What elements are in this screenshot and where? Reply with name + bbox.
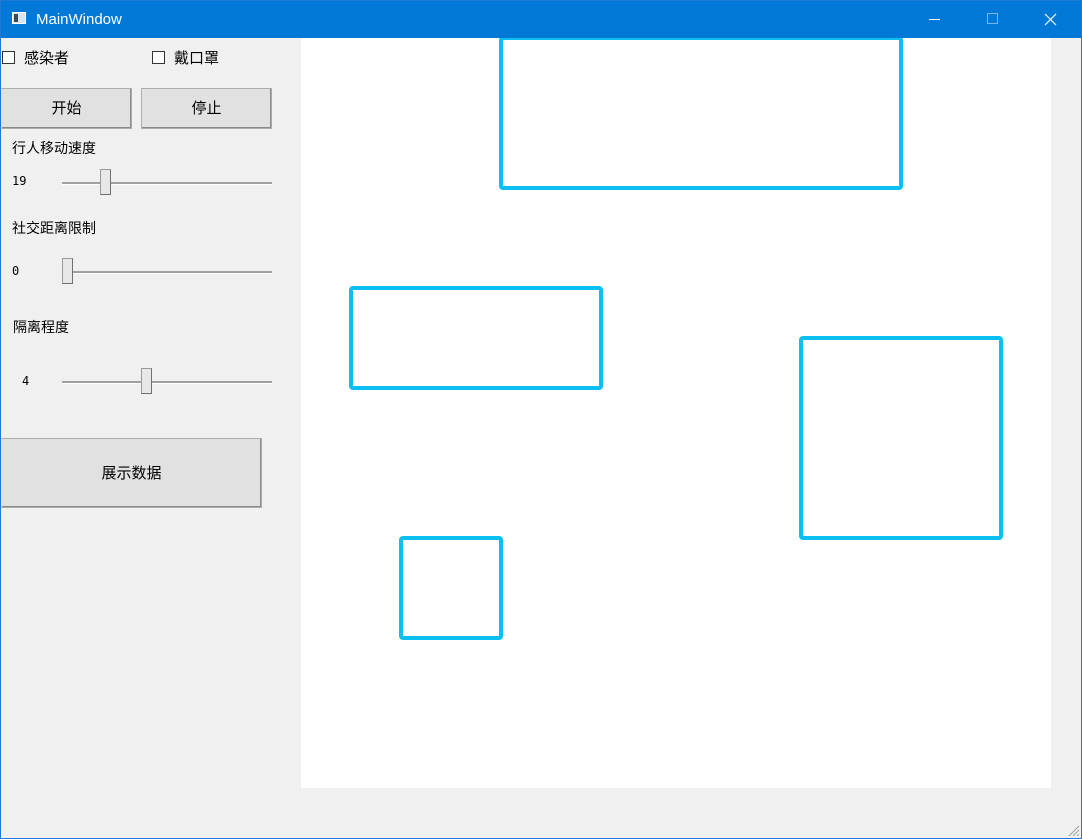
isolation-slider[interactable] xyxy=(62,366,272,398)
distance-slider-track[interactable] xyxy=(62,271,272,274)
zone-rect-top xyxy=(499,38,903,190)
simulation-drawing xyxy=(349,38,1003,640)
speed-slider-handle[interactable] xyxy=(100,169,111,195)
minimize-button[interactable] xyxy=(905,1,963,38)
distance-label: 社交距离限制 xyxy=(12,221,96,237)
resize-grip-icon[interactable] xyxy=(1067,824,1080,837)
speed-value: 19 xyxy=(12,174,27,188)
stop-button[interactable]: 停止 xyxy=(141,88,272,129)
infected-checkbox-label: 感染者 xyxy=(24,49,70,67)
zone-rect-left xyxy=(349,286,603,390)
isolation-slider-handle[interactable] xyxy=(141,368,153,394)
zone-rect-right xyxy=(799,336,1003,540)
isolation-value: 4 xyxy=(22,374,30,388)
isolation-slider-track[interactable] xyxy=(62,381,272,384)
main-window: MainWindow 感染者 戴口罩 开始 停止 行人移动速度 19 社交距离限… xyxy=(0,0,1082,839)
speed-slider[interactable] xyxy=(62,167,272,199)
maximize-button[interactable] xyxy=(963,1,1021,38)
distance-slider-handle[interactable] xyxy=(62,258,73,284)
mask-checkbox-label: 戴口罩 xyxy=(174,49,220,67)
window-title: MainWindow xyxy=(36,11,122,28)
isolation-label: 隔离程度 xyxy=(13,320,69,336)
maximize-icon xyxy=(987,13,998,24)
distance-slider[interactable] xyxy=(62,256,272,288)
start-button[interactable]: 开始 xyxy=(1,88,132,129)
app-window-icon xyxy=(12,12,26,24)
distance-value: 0 xyxy=(12,264,20,278)
speed-slider-track[interactable] xyxy=(62,182,272,185)
speed-label: 行人移动速度 xyxy=(12,141,96,157)
title-bar[interactable]: MainWindow xyxy=(1,1,1081,38)
mask-checkbox[interactable]: 戴口罩 xyxy=(152,49,252,69)
close-icon xyxy=(1044,13,1057,26)
simulation-canvas[interactable] xyxy=(301,38,1051,788)
infected-checkbox-box[interactable] xyxy=(2,51,15,64)
close-button[interactable] xyxy=(1021,1,1079,38)
show-data-button[interactable]: 展示数据 xyxy=(1,438,262,508)
zone-rect-small xyxy=(399,536,503,640)
infected-checkbox[interactable]: 感染者 xyxy=(2,49,102,69)
minimize-icon xyxy=(929,19,940,20)
mask-checkbox-box[interactable] xyxy=(152,51,165,64)
